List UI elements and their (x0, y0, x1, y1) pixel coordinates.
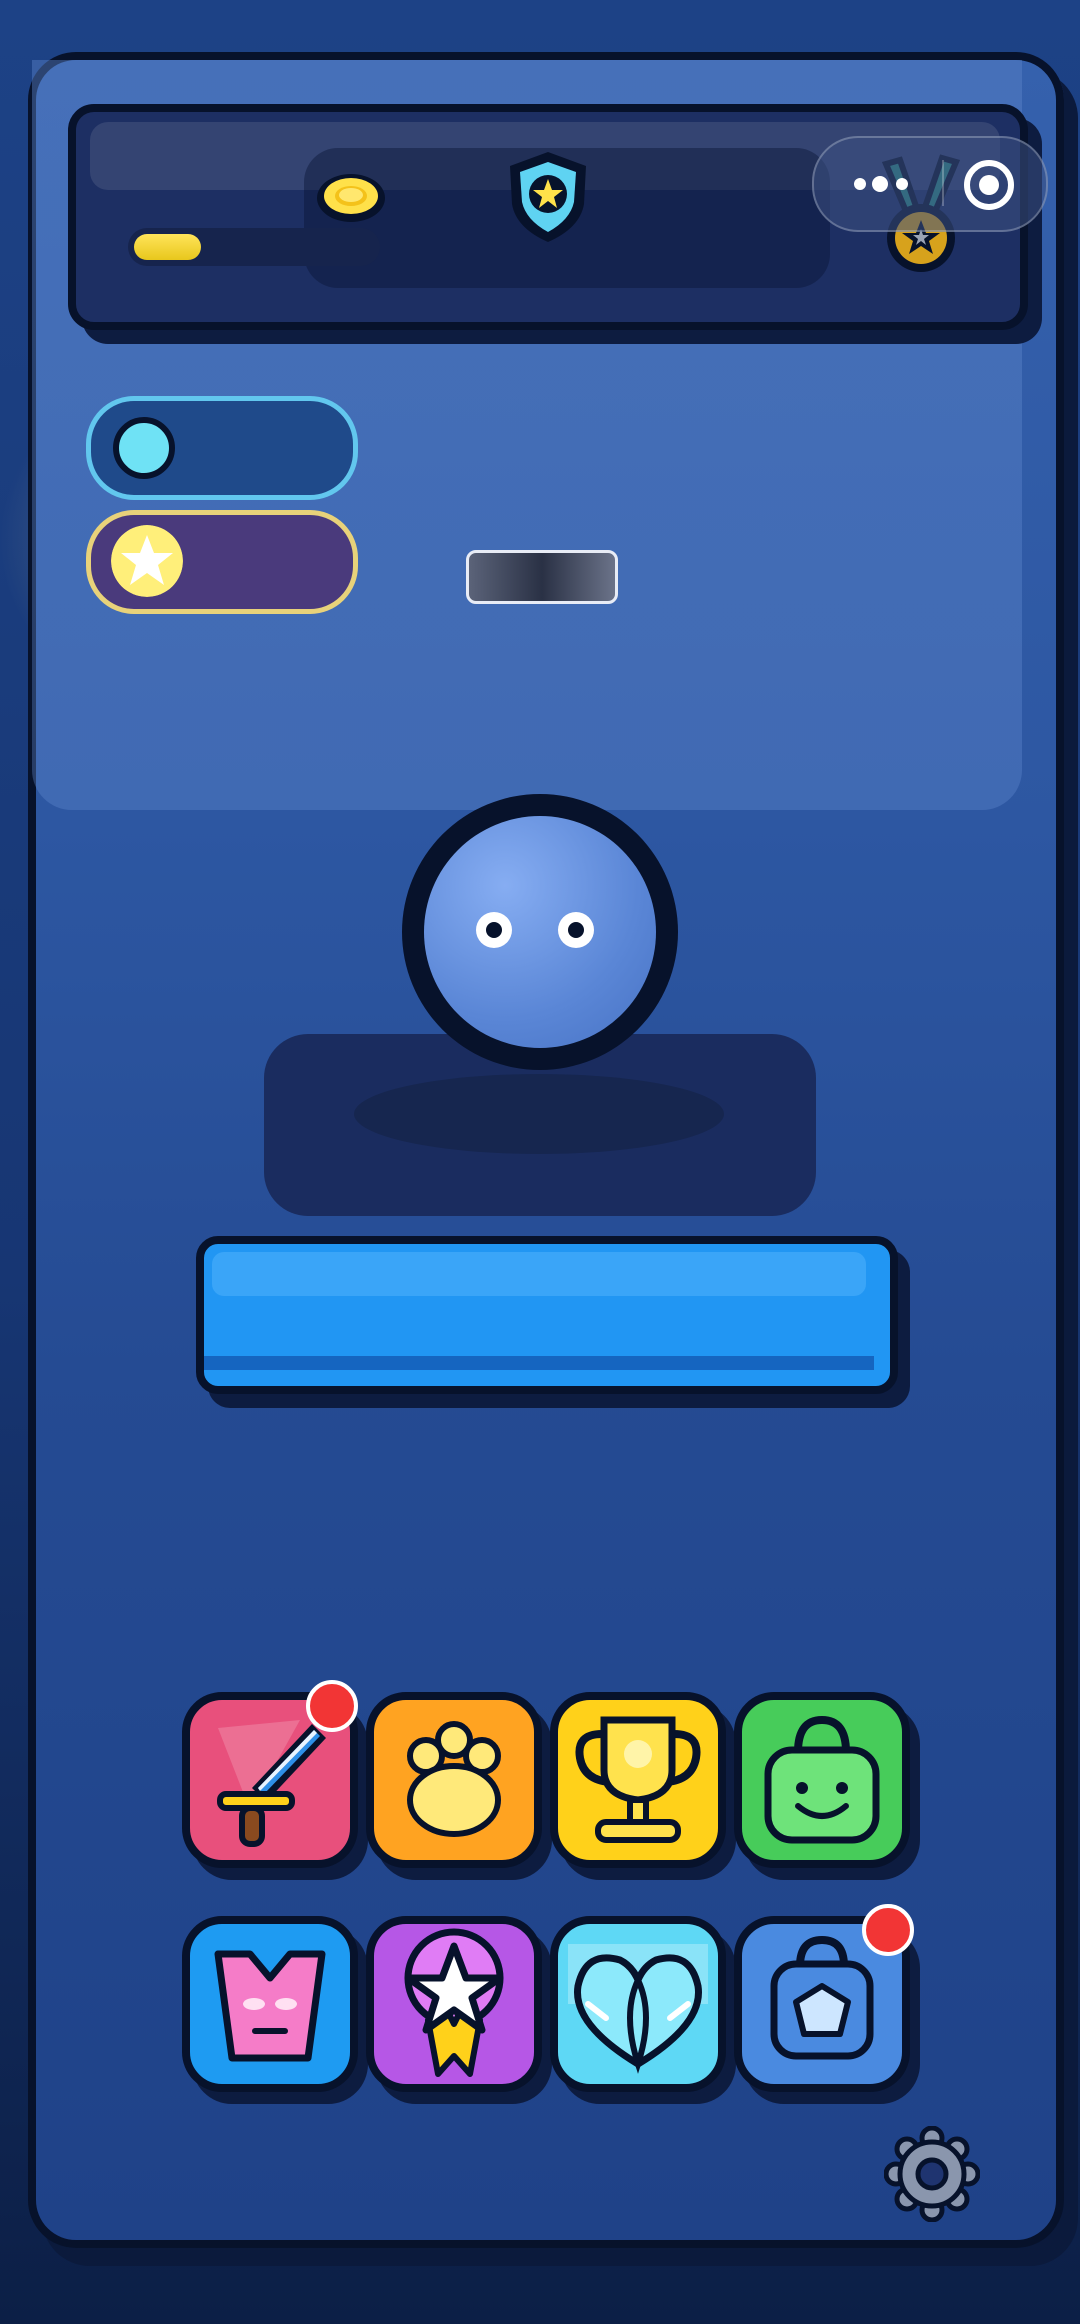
sword-notification-badge (306, 1680, 358, 1732)
star-pill[interactable] (86, 510, 358, 614)
paw-icon (407, 1721, 501, 1837)
armor-icon (214, 1950, 326, 2062)
energy-pill[interactable] (86, 396, 358, 500)
armor-tile[interactable] (182, 1916, 358, 2092)
character-left-eye (476, 912, 512, 948)
gem-bag-notification-badge (862, 1904, 914, 1956)
character-shadow (354, 1074, 724, 1154)
capsule-divider (942, 160, 944, 206)
trophy-icon (575, 1716, 701, 1843)
record-icon[interactable] (962, 158, 1016, 212)
star-medal-icon (404, 1928, 504, 2077)
shop-bag-icon (764, 1715, 880, 1844)
coin-progress-bar (128, 228, 380, 266)
name-tag-plate (466, 550, 618, 604)
star-medal-tile[interactable] (366, 1916, 542, 2092)
heart-gem-tile[interactable] (550, 1916, 726, 2092)
trophy-tile[interactable] (550, 1692, 726, 1868)
character-right-eye (558, 912, 594, 948)
star-icon (111, 525, 183, 597)
coin-icon[interactable] (314, 168, 388, 224)
button-lower-edge (204, 1356, 874, 1370)
coin-progress-fill (134, 234, 202, 260)
energy-orb-icon (113, 417, 175, 479)
more-dots-icon[interactable] (848, 166, 918, 202)
shop-tile[interactable] (734, 1692, 910, 1868)
heart-gem-icon (568, 1944, 708, 2074)
gear-icon[interactable] (884, 2126, 980, 2222)
primary-action-button[interactable] (196, 1236, 898, 1394)
blue-blob-character[interactable] (402, 794, 678, 1070)
pet-tile[interactable] (366, 1692, 542, 1868)
character-body (424, 816, 656, 1048)
shield-star-icon[interactable] (504, 148, 592, 246)
button-highlight (212, 1252, 866, 1296)
system-menu-capsule (812, 136, 1048, 232)
